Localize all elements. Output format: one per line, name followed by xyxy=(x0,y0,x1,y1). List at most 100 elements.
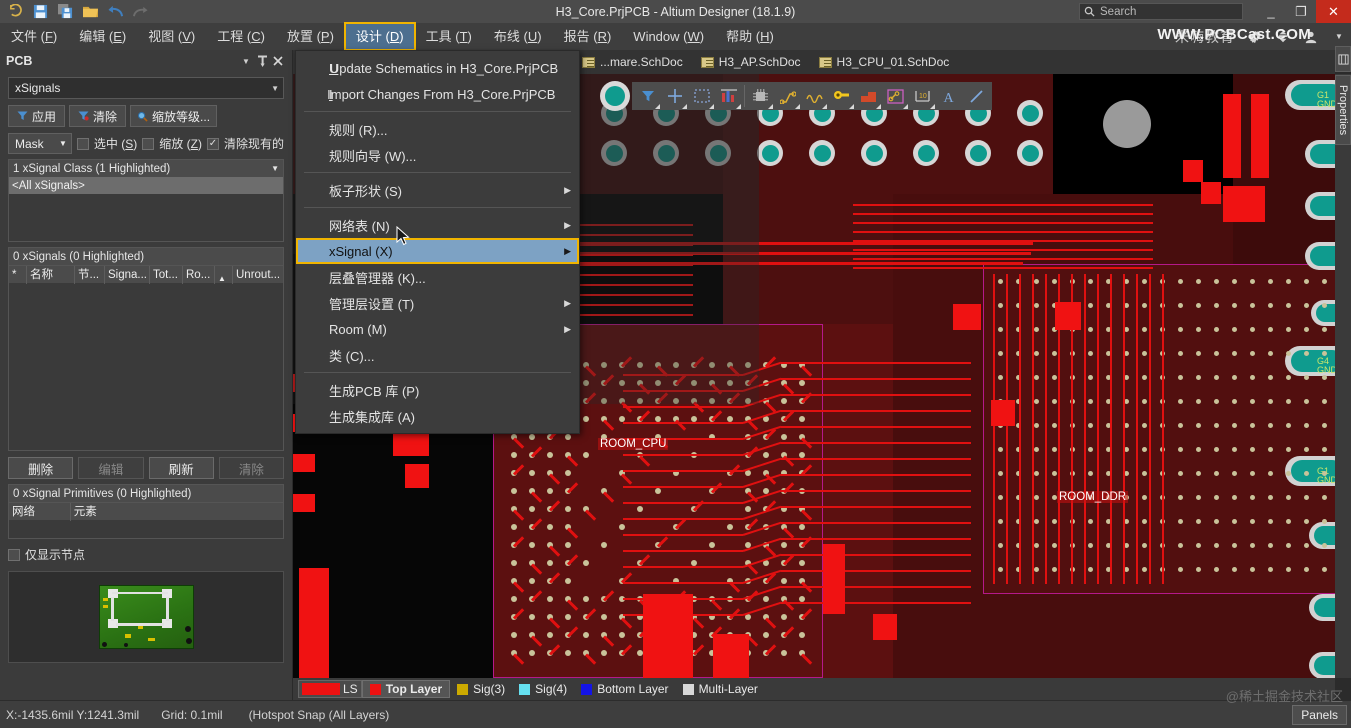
route-net-icon[interactable] xyxy=(774,82,801,110)
bell-icon[interactable] xyxy=(1275,29,1291,45)
xsignal-primitives-table[interactable]: 0 xSignal Primitives (0 Highlighted) 网络 … xyxy=(8,484,284,539)
close-icon[interactable] xyxy=(270,53,286,69)
search-input[interactable]: Search xyxy=(1079,3,1243,20)
menu-item-netlist[interactable]: 网络表 (N) ▶ xyxy=(296,212,579,238)
text-icon[interactable]: A xyxy=(936,82,963,110)
save-icon[interactable] xyxy=(31,3,49,20)
clear-button[interactable]: 清除 xyxy=(69,105,127,127)
restore-button[interactable]: ❐ xyxy=(1286,0,1316,23)
line-icon[interactable] xyxy=(963,82,990,110)
layer-stack-icon[interactable] xyxy=(715,82,742,110)
mask-combo[interactable]: Mask ▼ xyxy=(8,133,72,154)
pcb-panel: PCB ▼ xSignals ▼ 应用 清除 缩放等级... Mask ▼ 选中… xyxy=(0,50,293,700)
layer-tab-sig3[interactable]: Sig(3) xyxy=(450,680,512,698)
column-header-nodes[interactable]: 节... xyxy=(75,265,105,284)
menu-item-make-pcb-library[interactable]: 生成PCB 库 (P) xyxy=(296,377,579,403)
menu-view[interactable]: 视图 (V) xyxy=(137,23,206,50)
undo-icon[interactable] xyxy=(106,3,124,20)
chevron-down-icon[interactable]: ▼ xyxy=(271,164,279,173)
close-button[interactable]: ✕ xyxy=(1316,0,1351,23)
menu-design[interactable]: 设计 (D) xyxy=(343,22,416,51)
chevron-down-icon[interactable]: ▼ xyxy=(238,53,254,69)
brand-label-cn: 米嗨教育 xyxy=(1175,28,1235,45)
layer-tab-top-layer[interactable]: Top Layer xyxy=(361,680,451,698)
layer-tab-bottom-layer[interactable]: Bottom Layer xyxy=(574,680,675,698)
menu-item-manage-layer-sets[interactable]: 管理层设置 (T) ▶ xyxy=(296,290,579,316)
xsignal-class-list[interactable]: 1 xSignal Class (1 Highlighted) ▼ <All x… xyxy=(8,159,284,242)
menu-tools[interactable]: 工具 (T) xyxy=(415,23,483,50)
gear-icon[interactable] xyxy=(1247,29,1263,45)
delete-button[interactable]: 删除 xyxy=(8,457,74,479)
xsignals-table[interactable]: 0 xSignals (0 Highlighted) * 名称 节... Sig… xyxy=(8,247,284,451)
via-icon[interactable] xyxy=(828,82,855,110)
open-folder-icon[interactable] xyxy=(81,3,99,20)
differential-pair-icon[interactable] xyxy=(801,82,828,110)
column-header-routed[interactable]: Ro... xyxy=(183,265,215,284)
select-checkbox[interactable] xyxy=(76,137,89,150)
menu-item-room[interactable]: Room (M) ▶ xyxy=(296,316,579,342)
redo-icon[interactable] xyxy=(131,3,149,20)
tab-properties[interactable]: Properties xyxy=(1335,75,1351,145)
doc-tab-2[interactable]: H3_CPU_01.SchDoc xyxy=(810,50,959,74)
apply-button[interactable]: 应用 xyxy=(8,105,66,127)
menu-item-update-schematics[interactable]: U Update Schematics in H3_Core.PrjPCB xyxy=(296,55,579,81)
board-preview-thumbnail[interactable] xyxy=(8,571,284,663)
minimize-button[interactable]: _ xyxy=(1256,0,1286,23)
menu-item-make-integrated-library[interactable]: 生成集成库 (A) xyxy=(296,403,579,429)
sort-ascending-icon[interactable]: ▲ xyxy=(215,265,233,284)
save-all-icon[interactable] xyxy=(56,3,74,20)
menu-help[interactable]: 帮助 (H) xyxy=(715,23,785,50)
layer-tab-sig4[interactable]: Sig(4) xyxy=(512,680,574,698)
panels-button[interactable]: Panels xyxy=(1292,705,1347,725)
list-item[interactable]: <All xSignals> xyxy=(9,177,283,194)
menu-item-rules[interactable]: 规则 (R)... xyxy=(296,116,579,142)
menu-item-import-changes[interactable]: I Import Changes From H3_Core.PrjPCB xyxy=(296,81,579,107)
refresh-button[interactable]: 刷新 xyxy=(148,457,214,479)
menu-file[interactable]: 文件 (F) xyxy=(0,23,68,50)
layer-tab-multi-layer[interactable]: Multi-Layer xyxy=(676,680,765,698)
column-header-net[interactable]: 网络 xyxy=(9,502,71,521)
clear-button-label: 清除 xyxy=(93,109,118,124)
layer-sets-button[interactable]: LS xyxy=(298,680,362,698)
menu-window[interactable]: Window (W) xyxy=(622,23,715,50)
zoom-checkbox-label: 缩放 (Z) xyxy=(159,137,202,151)
doc-tab-1[interactable]: H3_AP.SchDoc xyxy=(692,50,810,74)
menu-place[interactable]: 放置 (P) xyxy=(276,23,345,50)
select-area-icon[interactable] xyxy=(688,82,715,110)
column-header-unrouted[interactable]: Unrout... xyxy=(233,266,281,284)
menu-item-rule-wizard[interactable]: 规则向导 (W)... xyxy=(296,142,579,168)
scope-combo[interactable]: xSignals ▼ xyxy=(8,77,284,99)
dimension-icon[interactable]: 10 xyxy=(909,82,936,110)
menu-reports[interactable]: 报告 (R) xyxy=(553,23,623,50)
column-header-total[interactable]: Tot... xyxy=(150,265,183,284)
show-nodes-checkbox[interactable] xyxy=(8,548,20,561)
menu-item-board-shape[interactable]: 板子形状 (S) ▶ xyxy=(296,177,579,203)
menu-item-layer-stack-manager[interactable]: 层叠管理器 (K)... xyxy=(296,264,579,290)
zoom-level-button[interactable]: 缩放等级... xyxy=(130,105,218,127)
pin-icon[interactable] xyxy=(254,53,270,69)
layer-color-swatch xyxy=(682,683,694,695)
submenu-arrow-icon: ▶ xyxy=(564,184,571,195)
crosshair-icon[interactable] xyxy=(661,82,688,110)
menu-item-classes[interactable]: 类 (C)... xyxy=(296,342,579,368)
component-icon[interactable] xyxy=(747,82,774,110)
column-header-signal[interactable]: Signa... xyxy=(105,265,150,284)
user-icon[interactable] xyxy=(1303,29,1319,45)
teal-ball-icon[interactable] xyxy=(600,81,630,111)
menu-item-xsignal[interactable]: xSignal (X) ▶ xyxy=(296,238,579,264)
undo-history-icon[interactable] xyxy=(6,3,24,20)
room-icon[interactable] xyxy=(882,82,909,110)
menu-route[interactable]: 布线 (U) xyxy=(483,23,553,50)
menu-project[interactable]: 工程 (C) xyxy=(206,23,276,50)
column-header-name[interactable]: 名称 xyxy=(27,265,75,284)
doc-tab-0[interactable]: ...mare.SchDoc xyxy=(573,50,692,74)
chevron-down-icon[interactable]: ▼ xyxy=(1331,29,1347,45)
column-header-star[interactable]: * xyxy=(9,265,27,284)
tab-components[interactable] xyxy=(1335,46,1351,72)
clear-existing-checkbox[interactable]: ✓ xyxy=(206,137,219,150)
menu-edit[interactable]: 编辑 (E) xyxy=(68,23,137,50)
polygon-pour-icon[interactable] xyxy=(855,82,882,110)
zoom-checkbox[interactable] xyxy=(142,137,155,150)
filter-icon[interactable] xyxy=(634,82,661,110)
column-header-element[interactable]: 元素 xyxy=(71,503,283,521)
